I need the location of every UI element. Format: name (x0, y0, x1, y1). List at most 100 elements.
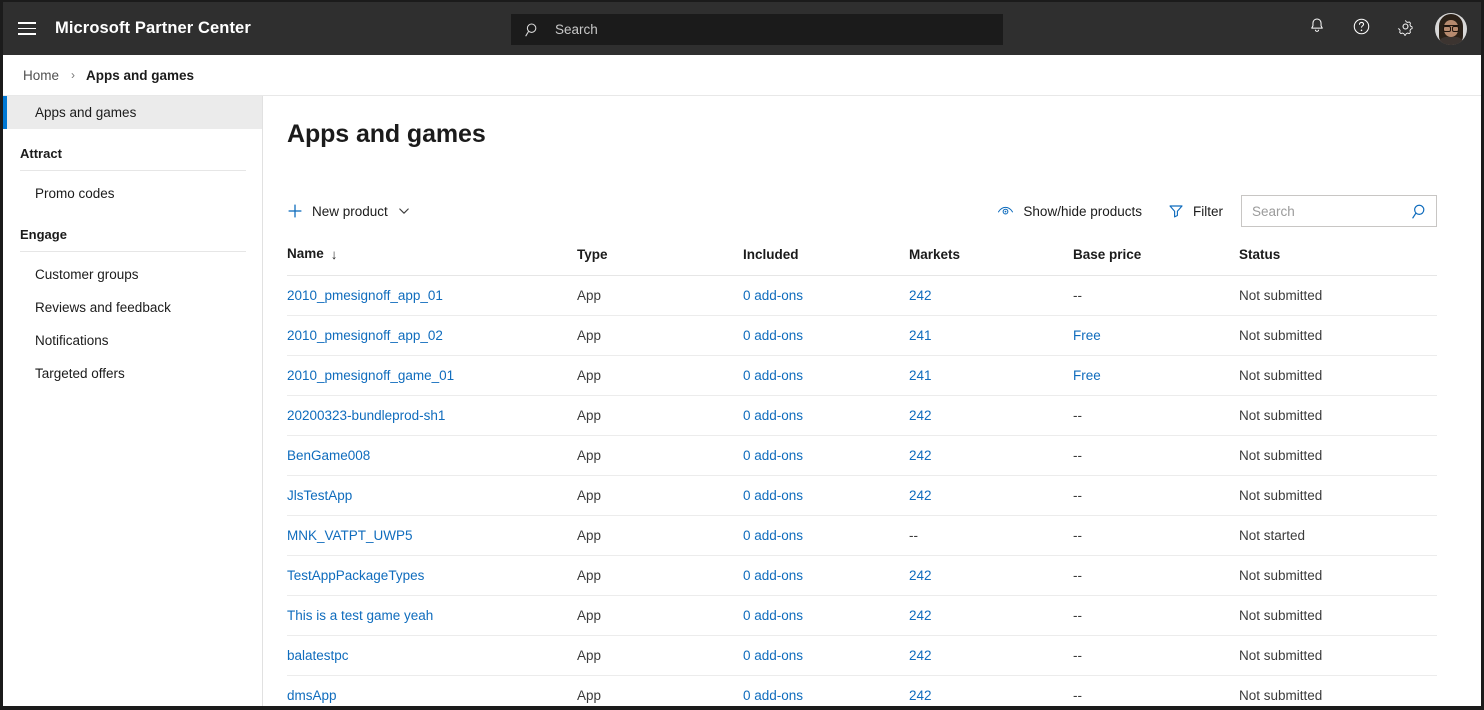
notifications-button[interactable] (1295, 2, 1339, 55)
cell-product-type: App (577, 355, 743, 396)
sidebar-item-customer-groups[interactable]: Customer groups (3, 258, 262, 291)
cell-markets[interactable]: 241 (909, 355, 1073, 396)
column-header-name[interactable]: Name ↓ (287, 246, 577, 276)
cell-base-price: -- (1073, 635, 1239, 676)
cell-product-name-link[interactable]: dmsApp (287, 688, 337, 703)
cell-product-name[interactable]: balatestpc (287, 635, 577, 676)
cell-markets[interactable]: 242 (909, 555, 1073, 596)
global-search-input[interactable] (555, 22, 975, 37)
sidebar-item-promo-codes[interactable]: Promo codes (3, 177, 262, 210)
help-button[interactable] (1339, 2, 1383, 55)
cell-markets[interactable]: 242 (909, 435, 1073, 476)
products-search-box[interactable] (1241, 195, 1437, 227)
cell-product-name[interactable]: BenGame008 (287, 435, 577, 476)
column-header-base-price[interactable]: Base price (1073, 246, 1239, 276)
cell-base-price-link[interactable]: Free (1073, 368, 1101, 383)
global-search-box[interactable] (511, 14, 1003, 45)
column-header-included[interactable]: Included (743, 246, 909, 276)
cell-included-addons-link[interactable]: 0 add-ons (743, 688, 803, 703)
cell-product-name-link[interactable]: 2010_pmesignoff_game_01 (287, 368, 454, 383)
cell-included-addons-link[interactable]: 0 add-ons (743, 528, 803, 543)
cell-included-addons[interactable]: 0 add-ons (743, 315, 909, 356)
cell-product-name-link[interactable]: BenGame008 (287, 448, 370, 463)
cell-product-name-link[interactable]: JlsTestApp (287, 488, 352, 503)
cell-status-text: Not submitted (1239, 328, 1323, 343)
cell-included-addons-link[interactable]: 0 add-ons (743, 408, 803, 423)
cell-product-name-link[interactable]: This is a test game yeah (287, 608, 433, 623)
filter-button[interactable]: Filter (1168, 195, 1223, 227)
cell-markets-link[interactable]: 242 (909, 688, 932, 703)
settings-button[interactable] (1383, 2, 1427, 55)
cell-markets-link[interactable]: 242 (909, 608, 932, 623)
cell-markets[interactable]: 242 (909, 275, 1073, 316)
cell-included-addons-link[interactable]: 0 add-ons (743, 328, 803, 343)
cell-product-name-link[interactable]: TestAppPackageTypes (287, 568, 424, 583)
cell-product-name[interactable]: MNK_VATPT_UWP5 (287, 515, 577, 556)
cell-markets-link[interactable]: 242 (909, 488, 932, 503)
new-product-button[interactable]: New product (287, 195, 410, 227)
cell-base-price[interactable]: Free (1073, 355, 1239, 396)
cell-markets[interactable]: 242 (909, 635, 1073, 676)
cell-product-name[interactable]: TestAppPackageTypes (287, 555, 577, 596)
account-button[interactable] (1427, 2, 1475, 55)
products-search-input[interactable] (1242, 203, 1404, 219)
sidebar-item-targeted-offers[interactable]: Targeted offers (3, 357, 262, 390)
search-icon[interactable] (1404, 203, 1436, 220)
cell-product-name[interactable]: 2010_pmesignoff_app_02 (287, 315, 577, 356)
cell-markets[interactable]: 242 (909, 395, 1073, 436)
cell-product-name-link[interactable]: 2010_pmesignoff_app_01 (287, 288, 443, 303)
cell-markets-link[interactable]: 241 (909, 328, 932, 343)
cell-included-addons[interactable]: 0 add-ons (743, 275, 909, 316)
cell-included-addons-link[interactable]: 0 add-ons (743, 488, 803, 503)
show-hide-products-button[interactable]: Show/hide products (997, 195, 1142, 227)
cell-included-addons[interactable]: 0 add-ons (743, 635, 909, 676)
cell-product-name[interactable]: JlsTestApp (287, 475, 577, 516)
cell-included-addons-link[interactable]: 0 add-ons (743, 288, 803, 303)
cell-markets-link[interactable]: 242 (909, 408, 932, 423)
cell-markets[interactable]: 242 (909, 675, 1073, 706)
cell-included-addons-link[interactable]: 0 add-ons (743, 448, 803, 463)
cell-product-name-link[interactable]: 2010_pmesignoff_app_02 (287, 328, 443, 343)
breadcrumb-home[interactable]: Home (23, 68, 59, 83)
cell-included-addons[interactable]: 0 add-ons (743, 515, 909, 556)
cell-included-addons[interactable]: 0 add-ons (743, 675, 909, 706)
cell-included-addons[interactable]: 0 add-ons (743, 395, 909, 436)
cell-product-name[interactable]: 20200323-bundleprod-sh1 (287, 395, 577, 436)
cell-markets-link[interactable]: 241 (909, 368, 932, 383)
hamburger-menu-icon[interactable] (3, 2, 51, 55)
column-header-markets[interactable]: Markets (909, 246, 1073, 276)
column-header-type[interactable]: Type (577, 246, 743, 276)
cell-product-name[interactable]: This is a test game yeah (287, 595, 577, 636)
cell-included-addons[interactable]: 0 add-ons (743, 435, 909, 476)
cell-included-addons[interactable]: 0 add-ons (743, 475, 909, 516)
sidebar-group-title: Engage (20, 227, 67, 242)
cell-markets-link[interactable]: 242 (909, 648, 932, 663)
table-row: dmsApp App 0 add-ons 242 -- Not submitted (287, 675, 1437, 706)
cell-markets[interactable]: 242 (909, 475, 1073, 516)
cell-included-addons-link[interactable]: 0 add-ons (743, 608, 803, 623)
cell-base-price[interactable]: Free (1073, 315, 1239, 356)
cell-markets-link[interactable]: 242 (909, 568, 932, 583)
sidebar-item-apps-and-games[interactable]: Apps and games (3, 96, 262, 129)
cell-markets-link[interactable]: 242 (909, 448, 932, 463)
cell-base-price-text: -- (1073, 408, 1082, 423)
cell-markets-link[interactable]: 242 (909, 288, 932, 303)
sidebar-item-notifications[interactable]: Notifications (3, 324, 262, 357)
cell-included-addons-link[interactable]: 0 add-ons (743, 368, 803, 383)
cell-markets[interactable]: 241 (909, 315, 1073, 356)
cell-product-name-link[interactable]: MNK_VATPT_UWP5 (287, 528, 413, 543)
cell-included-addons-link[interactable]: 0 add-ons (743, 568, 803, 583)
cell-included-addons-link[interactable]: 0 add-ons (743, 648, 803, 663)
cell-product-name-link[interactable]: balatestpc (287, 648, 349, 663)
cell-included-addons[interactable]: 0 add-ons (743, 355, 909, 396)
column-header-status[interactable]: Status (1239, 246, 1437, 276)
cell-markets[interactable]: 242 (909, 595, 1073, 636)
cell-included-addons[interactable]: 0 add-ons (743, 595, 909, 636)
cell-product-name[interactable]: 2010_pmesignoff_game_01 (287, 355, 577, 396)
sidebar-item-reviews-and-feedback[interactable]: Reviews and feedback (3, 291, 262, 324)
cell-product-name[interactable]: 2010_pmesignoff_app_01 (287, 275, 577, 316)
cell-included-addons[interactable]: 0 add-ons (743, 555, 909, 596)
cell-product-name-link[interactable]: 20200323-bundleprod-sh1 (287, 408, 445, 423)
cell-product-name[interactable]: dmsApp (287, 675, 577, 706)
cell-base-price-link[interactable]: Free (1073, 328, 1101, 343)
